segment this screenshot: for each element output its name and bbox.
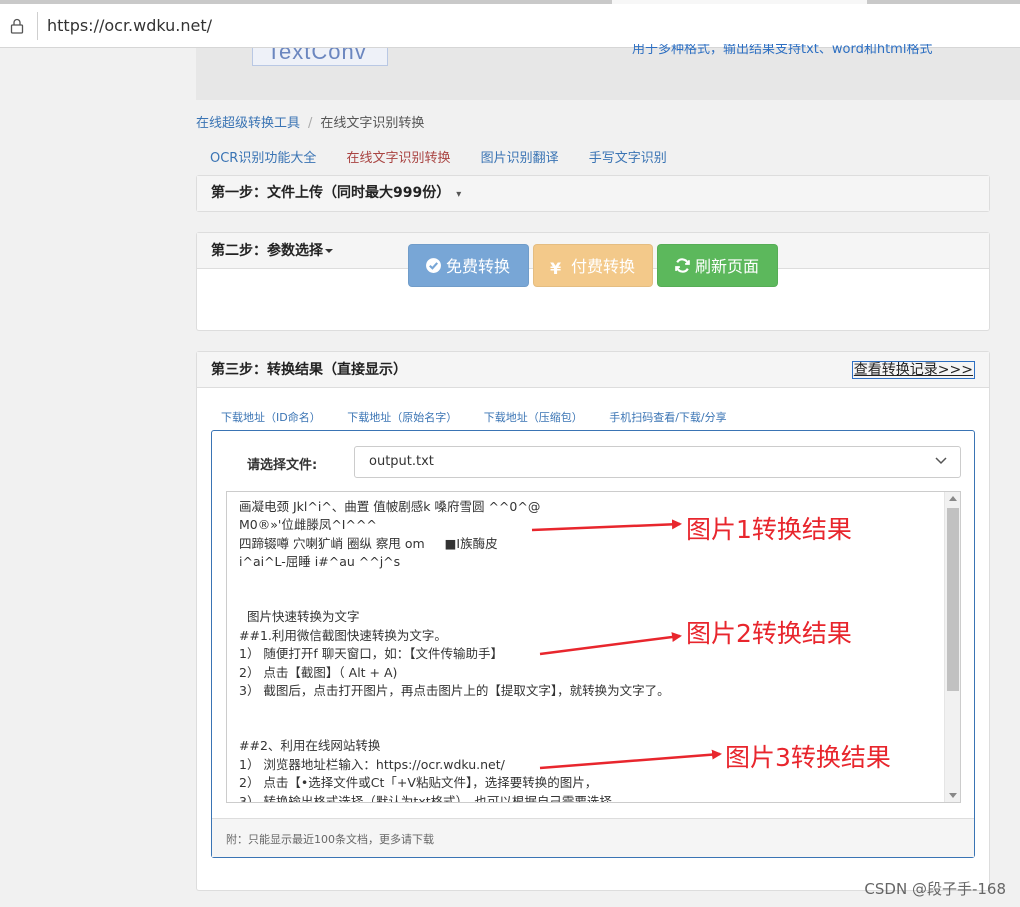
download-id-named-link[interactable]: 下载地址（ID命名） — [221, 409, 321, 425]
result-line: 3） 转换输出格式选择（默认为txt格式），也可以根据自己需要选择 — [239, 793, 612, 803]
address-bar-divider — [37, 12, 38, 40]
history-link[interactable]: 查看转换记录>>> — [851, 352, 975, 388]
refresh-icon — [675, 258, 690, 273]
paid-convert-button[interactable]: ¥ 付费转换 — [533, 244, 653, 287]
file-select-dropdown[interactable]: output.txt — [354, 446, 961, 478]
scroll-up-icon[interactable] — [949, 496, 957, 501]
nav-handwriting-ocr[interactable]: 手写文字识别 — [589, 147, 667, 166]
refresh-page-label: 刷新页面 — [695, 257, 760, 276]
tool-nav: OCR识别功能大全 在线文字识别转换 图片识别翻译 手写文字识别 — [210, 147, 693, 166]
result-panel-title: 第三步：转换结果（直接显示） — [211, 362, 407, 378]
result-footer: 附：只能显示最近100条文档，更多请下载 — [212, 818, 974, 857]
result-line: 四蹄辍噂 穴喇犷峭 圈纵 察甩 om ■I族酶皮 — [239, 535, 498, 551]
nav-image-translate[interactable]: 图片识别翻译 — [481, 147, 559, 166]
file-select-value: output.txt — [369, 454, 434, 469]
breadcrumb-parent-link[interactable]: 在线超级转换工具 — [196, 116, 300, 131]
annotation-label-2: 图片2转换结果 — [686, 619, 852, 648]
result-line: 画凝电颈 Jkl^i^、曲置 值帔剧感k 嗓府雪圆 ^^0^@ — [239, 499, 541, 514]
params-panel: 第二步：参数选择 免费转换 ¥ 付费转换 刷新页面 — [196, 232, 990, 331]
file-select-label: 请选择文件: — [247, 458, 318, 473]
result-line: 3） 截图后，点击打开图片，再点击图片上的【提取文字】，就转换为文字了。 — [239, 683, 670, 699]
yen-icon: ¥ — [550, 259, 562, 278]
upload-panel-title: 第一步：文件上传（同时最大999份） — [211, 185, 451, 201]
mobile-scan-link[interactable]: 手机扫码查看/下载/分享 — [609, 409, 726, 425]
upload-panel: 第一步：文件上传（同时最大999份） ▾ — [196, 175, 990, 212]
refresh-page-button[interactable]: 刷新页面 — [657, 244, 778, 287]
result-line — [239, 590, 670, 608]
params-panel-title: 第二步：参数选择 — [211, 243, 323, 259]
logo-text: TextConv — [267, 48, 367, 64]
breadcrumb-separator: / — [308, 116, 313, 131]
nav-online-ocr[interactable]: 在线文字识别转换 — [346, 147, 450, 166]
scroll-down-icon[interactable] — [949, 793, 957, 798]
result-line: i^ai^L-屈睡 i#^au ^^j^s — [239, 554, 401, 570]
caret-down-icon[interactable] — [325, 249, 333, 253]
result-line — [239, 700, 670, 718]
download-zip-link[interactable]: 下载地址（压缩包） — [484, 409, 583, 425]
history-link-text: 查看转换记录>>> — [851, 361, 975, 379]
annotation-label-1: 图片1转换结果 — [686, 515, 852, 544]
result-scrollbar[interactable] — [944, 492, 960, 802]
result-panel: 第三步：转换结果（直接显示） 查看转换记录>>> 下载地址（ID命名） 下载地址… — [196, 351, 990, 891]
result-line: M0®»'位雌滕凤^I^^^ — [239, 517, 377, 533]
result-text: 画凝电颈 Jkl^i^、曲置 值帔剧感k 嗓府雪圆 ^^0^@ M0®»'位雌滕凤… — [239, 498, 670, 803]
result-line: ##2、利用在线网站转换 — [239, 738, 381, 754]
result-line — [239, 719, 670, 737]
free-convert-button[interactable]: 免费转换 — [408, 244, 529, 287]
upload-panel-header[interactable]: 第一步：文件上传（同时最大999份） ▾ — [197, 176, 989, 211]
annotation-label-3: 图片3转换结果 — [725, 743, 891, 772]
result-line — [239, 572, 670, 590]
header-banner: 用于多种格式，输出结果支持txt、word和html格式 — [632, 44, 987, 58]
result-footnote: 附：只能显示最近100条文档，更多请下载 — [226, 833, 434, 846]
paid-convert-label: 付费转换 — [571, 257, 636, 276]
header-banner-text: 用于多种格式，输出结果支持txt、word和html格式 — [632, 44, 933, 57]
site-logo[interactable]: TextConv — [252, 48, 388, 66]
download-links: 下载地址（ID命名） 下载地址（原始名字） 下载地址（压缩包） 手机扫码查看/下… — [221, 409, 750, 425]
url-text[interactable]: https://ocr.wdku.net/ — [47, 16, 212, 35]
scroll-thumb[interactable] — [947, 508, 959, 691]
watermark: CSDN @段子手-168 — [864, 880, 1006, 898]
chevron-down-icon — [935, 457, 947, 465]
check-circle-icon — [426, 258, 441, 273]
breadcrumb-current: 在线文字识别转换 — [320, 116, 425, 131]
breadcrumb: 在线超级转换工具 / 在线文字识别转换 — [196, 112, 424, 131]
result-line: 1） 随便打开f 聊天窗口，如：【文件传输助手】 — [239, 646, 504, 662]
result-line: ##1.利用微信截图快速转换为文字。 — [239, 627, 447, 643]
result-line: 1） 浏览器地址栏输入：https://ocr.wdku.net/ — [239, 756, 505, 772]
free-convert-label: 免费转换 — [446, 257, 511, 276]
caret-down-icon[interactable]: ▾ — [456, 189, 461, 200]
nav-ocr-features[interactable]: OCR识别功能大全 — [210, 147, 316, 166]
result-box: 请选择文件: output.txt 画凝电颈 Jkl^i^、曲置 值帔剧感k 嗓… — [211, 430, 975, 858]
result-line: 图片快速转换为文字 — [239, 609, 360, 625]
download-original-name-link[interactable]: 下载地址（原始名字） — [347, 409, 457, 425]
result-line: 2） 点击【•选择文件或Ct「+V粘贴文件】，选择要转换的图片， — [239, 775, 598, 791]
address-bar[interactable]: https://ocr.wdku.net/ — [0, 4, 1020, 48]
result-line: 2） 点击【截图】（ Alt + A) — [239, 664, 398, 680]
result-panel-header: 第三步：转换结果（直接显示） 查看转换记录>>> — [197, 352, 989, 388]
lock-icon[interactable] — [10, 18, 24, 34]
